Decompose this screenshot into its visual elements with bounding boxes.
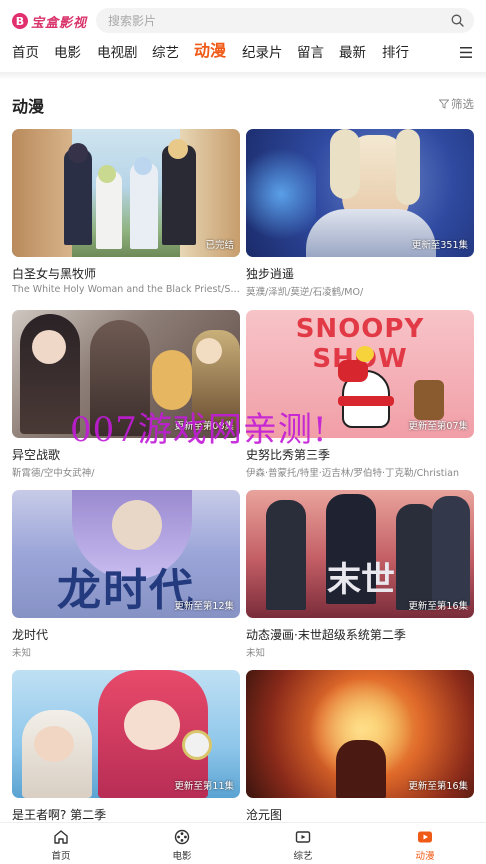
episode-badge: 更新至第07集 — [408, 421, 468, 432]
video-poster[interactable]: 已完结 — [12, 129, 240, 257]
video-cast: 未知 — [12, 648, 32, 659]
tab-label: 动漫 — [415, 851, 435, 862]
video-cast: 靳霄德/空中女武神/ — [12, 468, 95, 479]
section-title: 动漫 — [12, 97, 45, 116]
bottom-tab-bar: 首页 电影 综艺 动漫 — [0, 822, 486, 864]
video-title[interactable]: 动态漫画·末世超级系统第二季 — [246, 626, 474, 643]
tab-label: 电影 — [172, 851, 192, 862]
home-icon — [54, 830, 68, 844]
episode-badge: 更新至第16集 — [408, 781, 468, 792]
nav-item-documentary[interactable]: 纪录片 — [242, 40, 283, 68]
category-nav: 首页 电影 电视剧 综艺 动漫 纪录片 留言 最新 排行 — [0, 40, 486, 68]
video-poster[interactable]: 更新至351集 — [246, 129, 474, 257]
video-cast: 伊森·普蒙托/特里·迈吉林/罗伯特·丁克勒/Christian — [246, 468, 460, 479]
filter-icon — [439, 99, 449, 109]
tab-home[interactable]: 首页 — [31, 829, 91, 862]
film-reel-icon — [174, 829, 190, 845]
nav-item-variety[interactable]: 综艺 — [152, 40, 179, 68]
episode-badge: 更新至第16集 — [408, 601, 468, 612]
nav-item-tv[interactable]: 电视剧 — [97, 40, 138, 68]
search-bar[interactable] — [96, 8, 474, 33]
watermark-text: 007游戏网亲测! — [70, 410, 328, 450]
video-screen-icon — [295, 831, 311, 843]
header-divider — [0, 72, 486, 78]
app-logo[interactable]: B 宝盒影视 — [12, 10, 87, 32]
logo-text: 宝盒影视 — [31, 15, 88, 31]
play-icon — [418, 831, 432, 843]
video-cast: The White Holy Woman and the Black Pries… — [12, 284, 240, 295]
video-cast: 莫濮/泽凯/莫逆/石凌鹤/MO/ — [246, 287, 364, 298]
nav-item-anime[interactable]: 动漫 — [194, 38, 226, 66]
video-title[interactable]: 沧元图 — [246, 806, 474, 823]
hamburger-icon[interactable] — [460, 47, 472, 58]
video-poster[interactable]: 龙时代 更新至第12集 — [12, 490, 240, 618]
episode-badge: 更新至第11集 — [174, 781, 234, 792]
video-poster[interactable]: 更新至第11集 — [12, 670, 240, 798]
nav-item-message[interactable]: 留言 — [297, 40, 324, 68]
tab-label: 首页 — [51, 851, 71, 862]
video-title[interactable]: 独步逍遥 — [246, 265, 474, 282]
episode-badge: 更新至351集 — [411, 240, 468, 251]
video-title[interactable]: 白圣女与黑牧师 — [12, 265, 240, 282]
logo-mark: B — [12, 13, 28, 29]
nav-item-home[interactable]: 首页 — [12, 40, 39, 68]
tab-variety[interactable]: 综艺 — [273, 829, 333, 862]
episode-badge: 更新至第12集 — [174, 601, 234, 612]
video-title[interactable]: 龙时代 — [12, 626, 240, 643]
nav-item-ranking[interactable]: 排行 — [382, 40, 409, 68]
tab-movie[interactable]: 电影 — [152, 829, 212, 862]
filter-label: 筛选 — [451, 97, 474, 111]
video-poster[interactable]: 末世 更新至第16集 — [246, 490, 474, 618]
tab-anime[interactable]: 动漫 — [395, 829, 455, 862]
nav-item-movie[interactable]: 电影 — [54, 40, 81, 68]
video-cast: 未知 — [246, 648, 266, 659]
tab-label: 综艺 — [293, 851, 313, 862]
search-icon[interactable] — [451, 14, 464, 27]
search-input[interactable] — [108, 8, 438, 33]
video-title[interactable]: 是王者啊? 第二季 — [12, 806, 240, 823]
poster-title-art: 末世 — [327, 560, 395, 600]
filter-button[interactable]: 筛选 — [439, 96, 474, 112]
video-poster[interactable]: 更新至第16集 — [246, 670, 474, 798]
nav-item-latest[interactable]: 最新 — [339, 40, 366, 68]
top-bar: B 宝盒影视 — [0, 0, 486, 40]
episode-badge: 已完结 — [205, 240, 234, 251]
